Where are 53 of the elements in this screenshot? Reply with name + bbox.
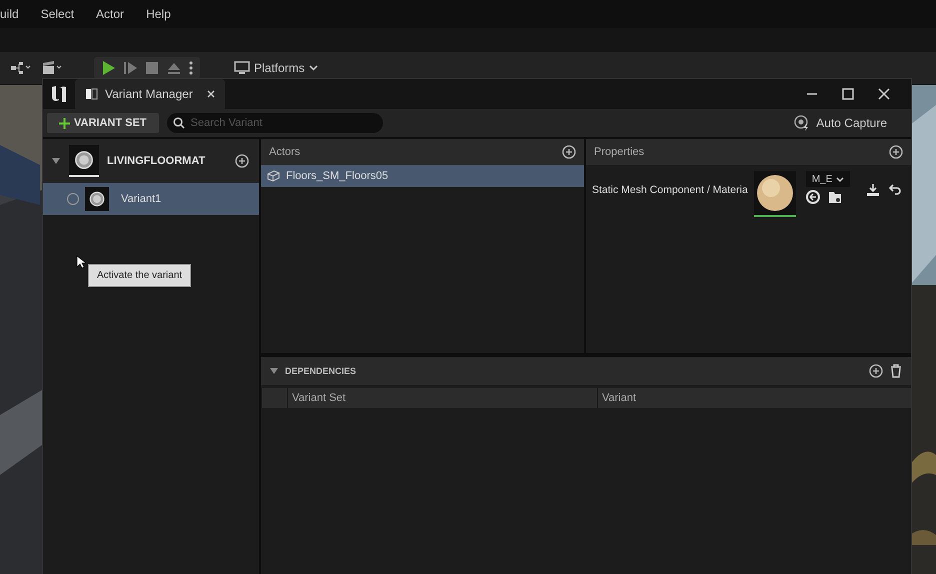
- more-icon[interactable]: [188, 60, 194, 76]
- cursor-icon: [76, 255, 86, 269]
- radio-button[interactable]: [67, 193, 79, 205]
- platforms-menu[interactable]: Platforms: [234, 61, 318, 75]
- clapperboard-icon[interactable]: [42, 60, 64, 76]
- menu-item[interactable]: uild: [0, 7, 19, 21]
- trash-icon[interactable]: [889, 364, 903, 378]
- nodes-icon[interactable]: [10, 60, 32, 76]
- column-header[interactable]: Variant Set: [287, 388, 597, 408]
- play-icon[interactable]: [100, 60, 116, 76]
- add-icon[interactable]: [889, 145, 903, 159]
- chevron-icon[interactable]: [308, 65, 318, 71]
- variant-row[interactable]: Variant1: [43, 183, 259, 215]
- stop-icon[interactable]: [144, 60, 160, 76]
- panel-title: Properties: [594, 146, 644, 158]
- menu-item[interactable]: Help: [146, 7, 171, 21]
- browse-icon[interactable]: [828, 190, 842, 204]
- undo-icon[interactable]: [888, 183, 902, 197]
- download-icon[interactable]: [866, 183, 880, 197]
- menu-item[interactable]: Actor: [96, 7, 124, 21]
- search-icon: [172, 117, 185, 129]
- thumbnail: [85, 187, 109, 211]
- step-icon[interactable]: [122, 60, 138, 76]
- column-header[interactable]: Variant: [597, 388, 911, 408]
- logo-icon: [49, 84, 69, 104]
- add-icon[interactable]: [235, 154, 249, 168]
- auto-capture-button[interactable]: Auto Capture: [788, 114, 893, 132]
- property-label: Static Mesh Component / Materia: [592, 183, 748, 196]
- plus-icon[interactable]: [59, 118, 70, 128]
- section-title: DEPENDENCIES: [285, 366, 358, 376]
- add-icon[interactable]: [562, 145, 576, 159]
- variant-set-name[interactable]: LIVINGFLOORMAT: [107, 155, 227, 167]
- variant-name: Variant1: [121, 193, 162, 205]
- reset-icon[interactable]: [806, 190, 820, 204]
- add-icon[interactable]: [869, 364, 883, 378]
- search-field[interactable]: Search Variant: [166, 113, 383, 133]
- actor-row[interactable]: Floors_SM_Floors05: [261, 165, 584, 187]
- panel-title: Actors: [269, 146, 300, 158]
- material-dropdown[interactable]: M_E: [806, 171, 850, 187]
- tooltip: Activate the variant: [88, 264, 192, 287]
- close-icon[interactable]: [206, 90, 215, 98]
- thumbnail: [69, 145, 99, 177]
- chevron-icon[interactable]: [836, 176, 844, 182]
- window-tab[interactable]: Variant Manager: [75, 79, 225, 109]
- capture-icon[interactable]: [794, 115, 810, 131]
- menu-item[interactable]: Select: [40, 7, 74, 21]
- cube-icon: [267, 170, 280, 182]
- caret-icon[interactable]: [269, 367, 279, 375]
- add-variant-set-button[interactable]: VARIANT SET: [47, 113, 159, 133]
- material-thumbnail[interactable]: [754, 171, 796, 217]
- panels-icon: [85, 88, 99, 100]
- caret-icon[interactable]: [51, 157, 61, 165]
- monitor-icon[interactable]: [234, 61, 250, 75]
